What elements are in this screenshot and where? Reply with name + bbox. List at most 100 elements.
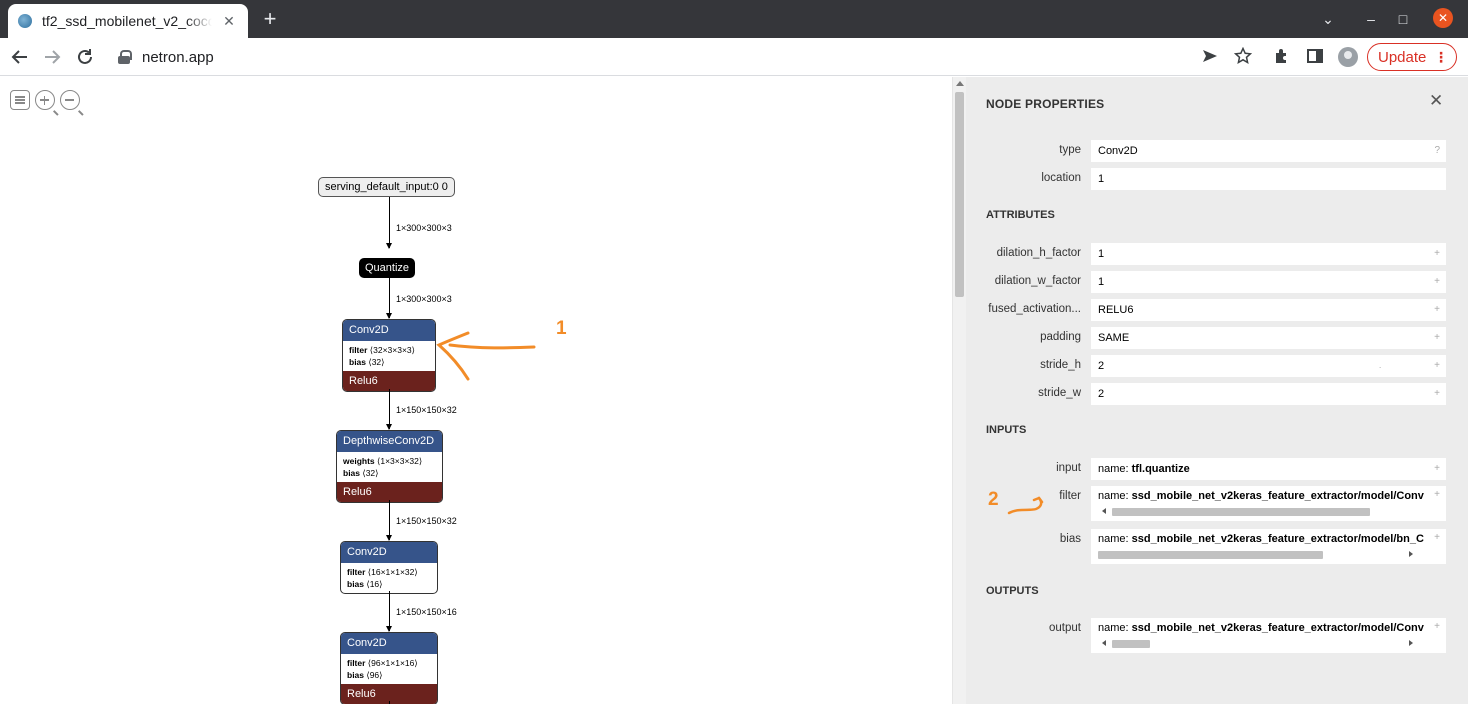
extensions-puzzle-icon[interactable] — [1272, 47, 1292, 67]
attr-value-text: RELU6 — [1098, 304, 1134, 316]
conv2d-node[interactable]: Conv2D filter ⟨16×1×1×32⟩ bias ⟨16⟩ — [340, 541, 438, 594]
attr-value[interactable]: RELU6 + — [1091, 299, 1446, 321]
scrollbar-thumb[interactable] — [955, 92, 964, 297]
depthwise-conv2d-node[interactable]: DepthwiseConv2D weights ⟨1×3×3×32⟩ bias … — [336, 430, 443, 503]
scrollbar-thumb[interactable] — [1112, 508, 1370, 516]
lock-icon — [118, 50, 132, 64]
attr-value-text: 1 — [1098, 248, 1105, 260]
node-properties-panel: NODE PROPERTIES ✕ type Conv2D ? location… — [966, 77, 1468, 704]
expand-icon[interactable]: + — [1434, 383, 1440, 405]
attr-label: stride_h — [1040, 359, 1081, 371]
expand-icon[interactable]: + — [1434, 458, 1440, 480]
tab-strip: tf2_ssd_mobilenet_v2_coco ✕ + ⌄ – □ ✕ — [0, 0, 1468, 38]
forward-arrow-icon[interactable] — [41, 46, 63, 68]
scroll-right-icon[interactable] — [1409, 640, 1413, 646]
output-value[interactable]: name: ssd_mobile_net_v2keras_feature_ext… — [1091, 618, 1446, 653]
model-graph-canvas[interactable]: serving_default_input:0 0 1×300×300×3 Qu… — [0, 77, 952, 704]
node-title: Conv2D — [341, 633, 437, 654]
annotation-arrow-icon — [436, 331, 536, 381]
horizontal-scrollbar[interactable] — [1098, 639, 1413, 648]
profile-avatar-icon[interactable] — [1338, 47, 1358, 67]
panel-title: NODE PROPERTIES — [986, 97, 1105, 111]
prop-value-text: Conv2D — [1098, 145, 1138, 157]
input-value[interactable]: name: ssd_mobile_net_v2keras_feature_ext… — [1091, 529, 1446, 564]
tensor-name: ssd_mobile_net_v2keras_feature_extractor… — [1131, 490, 1424, 502]
scroll-up-icon[interactable] — [956, 81, 964, 86]
reload-icon[interactable] — [74, 46, 96, 68]
input-label: bias — [1059, 533, 1081, 545]
scroll-left-icon[interactable] — [1102, 508, 1106, 514]
attr-label: fused_activation... — [988, 303, 1081, 315]
expand-icon[interactable]: + — [1434, 327, 1440, 349]
send-icon[interactable] — [1200, 47, 1220, 67]
expand-icon[interactable]: + — [1434, 621, 1440, 632]
window-close-button[interactable]: ✕ — [1433, 8, 1453, 28]
prop-value-location[interactable]: 1 — [1091, 168, 1446, 190]
update-label: Update — [1378, 48, 1427, 66]
zoom-in-icon[interactable] — [35, 90, 59, 115]
expand-icon[interactable]: + — [1434, 355, 1440, 377]
annotation-number: 2 — [988, 489, 999, 510]
tab-close-icon[interactable]: ✕ — [220, 13, 238, 30]
maximize-icon[interactable]: □ — [1393, 9, 1413, 29]
annotation-number: 1 — [556, 318, 567, 339]
help-icon[interactable]: ? — [1434, 140, 1440, 162]
prop-value-type[interactable]: Conv2D ? — [1091, 140, 1446, 162]
expand-icon[interactable]: + — [1434, 299, 1440, 321]
graph-scrollbar[interactable] — [952, 77, 966, 704]
conv2d-node[interactable]: Conv2D filter ⟨32×3×3×3⟩ bias ⟨32⟩ Relu6 — [342, 319, 436, 392]
scroll-left-icon[interactable] — [1102, 640, 1106, 646]
input-value[interactable]: name: ssd_mobile_net_v2keras_feature_ext… — [1091, 486, 1446, 521]
scrollbar-thumb[interactable] — [1098, 551, 1323, 559]
attr-label: stride_w — [1038, 387, 1081, 399]
horizontal-scrollbar[interactable] — [1098, 550, 1413, 559]
attr-value: ⟨96×1×1×16⟩ — [367, 658, 418, 668]
name-prefix: name: — [1098, 490, 1132, 502]
stride-h-mark: . — [1379, 361, 1382, 370]
tensor-name: ssd_mobile_net_v2keras_feature_extractor… — [1131, 622, 1424, 634]
tab-search-icon[interactable]: ⌄ — [1318, 9, 1338, 29]
address-bar[interactable]: netron.app — [106, 42, 1196, 72]
prop-label: location — [1041, 172, 1081, 184]
attr-value[interactable]: 2. + — [1091, 355, 1446, 377]
quantize-node[interactable]: Quantize — [359, 258, 416, 278]
browser-tab[interactable]: tf2_ssd_mobilenet_v2_coco ✕ — [8, 4, 248, 38]
side-panel-icon[interactable] — [1305, 47, 1325, 67]
back-arrow-icon[interactable] — [9, 46, 31, 68]
expand-icon[interactable]: + — [1434, 532, 1440, 543]
horizontal-scrollbar[interactable] — [1098, 507, 1413, 516]
scroll-right-icon[interactable] — [1409, 551, 1413, 557]
graph-edge — [386, 591, 392, 632]
attr-value: ⟨32×3×3×3⟩ — [369, 345, 415, 355]
zoom-out-icon[interactable] — [60, 90, 84, 115]
netron-favicon-icon — [18, 14, 32, 28]
attr-value[interactable]: 1 + — [1091, 243, 1446, 265]
graph-edge — [386, 500, 392, 541]
outputs-heading: OUTPUTS — [986, 585, 1039, 597]
expand-icon[interactable]: + — [1434, 243, 1440, 265]
attr-label: padding — [1040, 331, 1081, 343]
attr-value[interactable]: 2 + — [1091, 383, 1446, 405]
expand-icon[interactable]: + — [1434, 489, 1440, 500]
scrollbar-thumb[interactable] — [1112, 640, 1150, 648]
attr-value[interactable]: 1 + — [1091, 271, 1446, 293]
attr-name: filter — [349, 345, 368, 355]
edge-label: 1×150×150×16 — [396, 607, 457, 617]
attr-value[interactable]: SAME + — [1091, 327, 1446, 349]
graph-edge — [386, 389, 392, 430]
graph-input-node[interactable]: serving_default_input:0 0 — [318, 177, 455, 197]
close-icon[interactable]: ✕ — [1429, 91, 1443, 111]
sidebar-menu-icon[interactable] — [10, 90, 30, 110]
minimize-icon[interactable]: – — [1361, 9, 1381, 29]
attributes-heading: ATTRIBUTES — [986, 209, 1055, 221]
new-tab-button[interactable]: + — [258, 8, 282, 32]
annotation-arrow-icon — [1007, 496, 1044, 515]
conv2d-node[interactable]: Conv2D filter ⟨96×1×1×16⟩ bias ⟨96⟩ Relu… — [340, 632, 438, 704]
expand-icon[interactable]: + — [1434, 271, 1440, 293]
edge-label: 1×150×150×32 — [396, 405, 457, 415]
attr-value: ⟨16⟩ — [366, 579, 383, 589]
edge-label: 1×300×300×3 — [396, 223, 452, 233]
input-value[interactable]: name: tfl.quantize + — [1091, 458, 1446, 480]
bookmark-star-icon[interactable] — [1233, 46, 1253, 67]
update-button[interactable]: Update ⋮ — [1367, 43, 1457, 71]
